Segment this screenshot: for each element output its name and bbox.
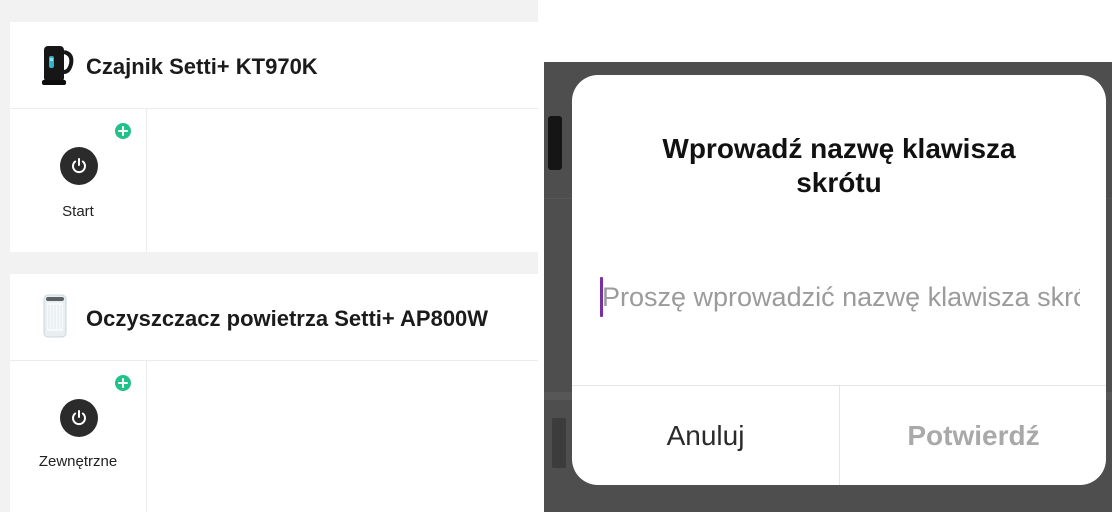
power-icon[interactable] xyxy=(60,147,98,185)
air-purifier-icon xyxy=(42,293,68,344)
power-icon[interactable] xyxy=(60,399,98,437)
shortcut-label: Start xyxy=(62,203,94,220)
shortcut-name-field[interactable] xyxy=(598,267,1080,327)
text-caret xyxy=(600,277,603,317)
dialog-title: Wprowadź nazwę klawisza skrótu xyxy=(662,133,1016,198)
shortcut-tile[interactable]: Start xyxy=(10,109,147,252)
kettle-icon xyxy=(38,42,74,91)
background-purifier-icon xyxy=(552,418,566,468)
add-badge-icon[interactable] xyxy=(115,375,131,391)
confirm-button[interactable]: Potwierdź xyxy=(840,386,1106,485)
shortcut-tile[interactable]: Zewnętrzne xyxy=(10,361,147,512)
device-name: Oczyszczacz powietrza Setti+ AP800W xyxy=(86,306,489,331)
shortcut-label: Zewnętrzne xyxy=(38,453,118,470)
cancel-button[interactable]: Anuluj xyxy=(572,386,839,485)
device-name: Czajnik Setti+ KT970K xyxy=(86,54,318,79)
shortcut-name-dialog: Wprowadź nazwę klawisza skrótu Anuluj Po… xyxy=(572,75,1106,485)
section-gap xyxy=(10,0,538,22)
left-margin xyxy=(0,0,10,512)
device-header[interactable]: Oczyszczacz powietrza Setti+ AP800W xyxy=(10,274,538,361)
add-badge-icon[interactable] xyxy=(115,123,131,139)
shortcut-name-input[interactable] xyxy=(602,277,1080,317)
device-list-panel: Czajnik Setti+ KT970K Start Oczyszczacz … xyxy=(0,0,538,512)
section-gap xyxy=(10,252,538,274)
background-kettle-icon xyxy=(548,116,562,170)
device-card-kettle: Czajnik Setti+ KT970K Start xyxy=(10,22,538,252)
device-header[interactable]: Czajnik Setti+ KT970K xyxy=(10,22,538,109)
device-card-air-purifier: Oczyszczacz powietrza Setti+ AP800W Zewn… xyxy=(10,274,538,512)
